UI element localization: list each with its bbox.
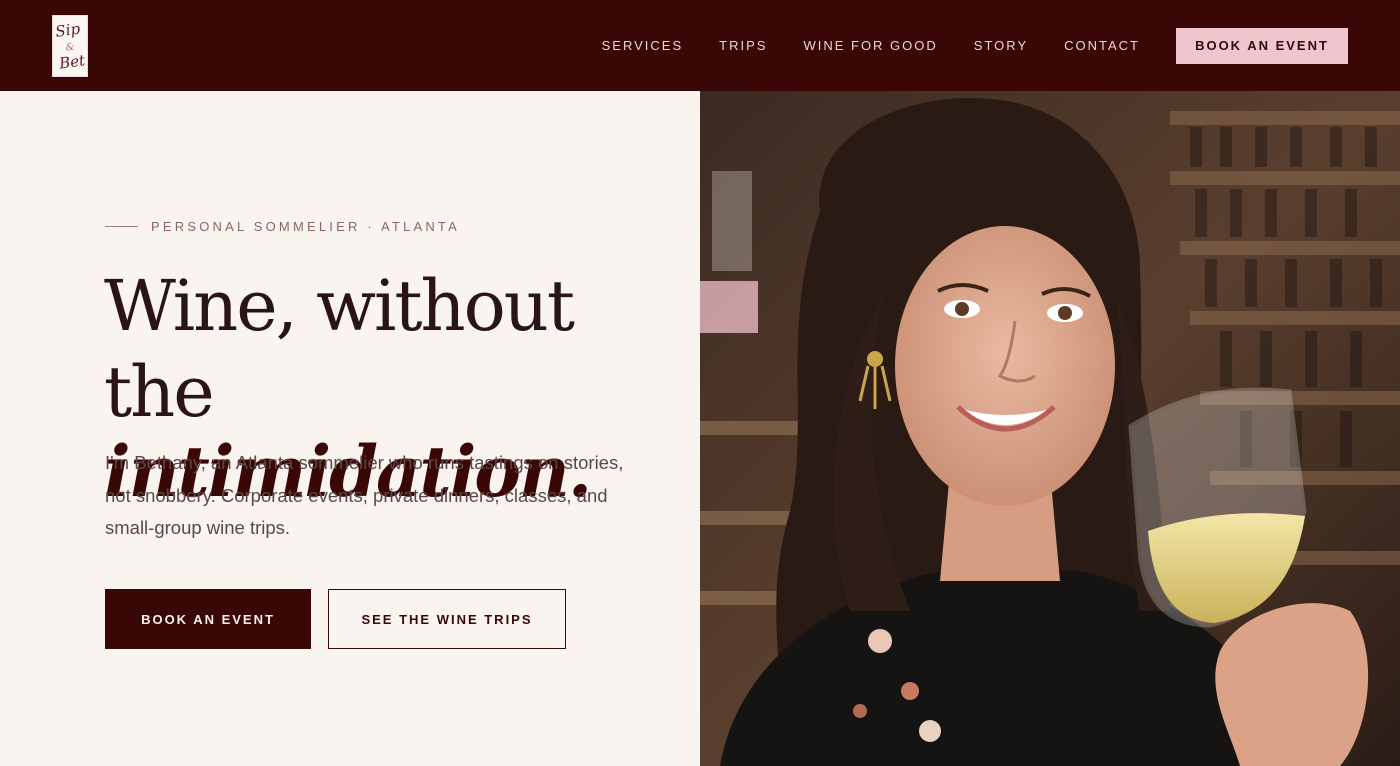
eyebrow-text: PERSONAL SOMMELIER · ATLANTA xyxy=(151,219,460,234)
nav-wine-for-good[interactable]: WINE FOR GOOD xyxy=(803,38,937,53)
hero-intro: I'm Bethany, an Atlanta sommelier who ru… xyxy=(105,452,624,538)
nav-trips[interactable]: TRIPS xyxy=(719,38,767,53)
nav-contact[interactable]: CONTACT xyxy=(1064,38,1140,53)
main-nav: SERVICES TRIPS WINE FOR GOOD STORY CONTA… xyxy=(602,0,1400,91)
logo-wordmark: Sip & Bet xyxy=(54,19,87,73)
header-book-event-button[interactable]: BOOK AN EVENT xyxy=(1176,27,1348,64)
hero-eyebrow: PERSONAL SOMMELIER · ATLANTA xyxy=(105,219,460,234)
photo-illustration xyxy=(700,91,1400,766)
sommelier-photo xyxy=(700,91,1400,766)
headline-line-1: Wine, without the xyxy=(104,265,575,433)
nav-services[interactable]: SERVICES xyxy=(602,38,684,53)
see-wine-trips-button[interactable]: SEE THE WINE TRIPS xyxy=(328,589,566,649)
site-header: Sip & Bet SERVICES TRIPS WINE FOR GOOD STO… xyxy=(0,0,1400,91)
book-event-button[interactable]: BOOK AN EVENT xyxy=(105,589,311,649)
site-logo[interactable]: Sip & Bet xyxy=(52,15,88,77)
eyebrow-divider xyxy=(105,226,138,227)
nav-story[interactable]: STORY xyxy=(974,38,1028,53)
hero-content: PERSONAL SOMMELIER · ATLANTA Wine, witho… xyxy=(0,91,700,766)
